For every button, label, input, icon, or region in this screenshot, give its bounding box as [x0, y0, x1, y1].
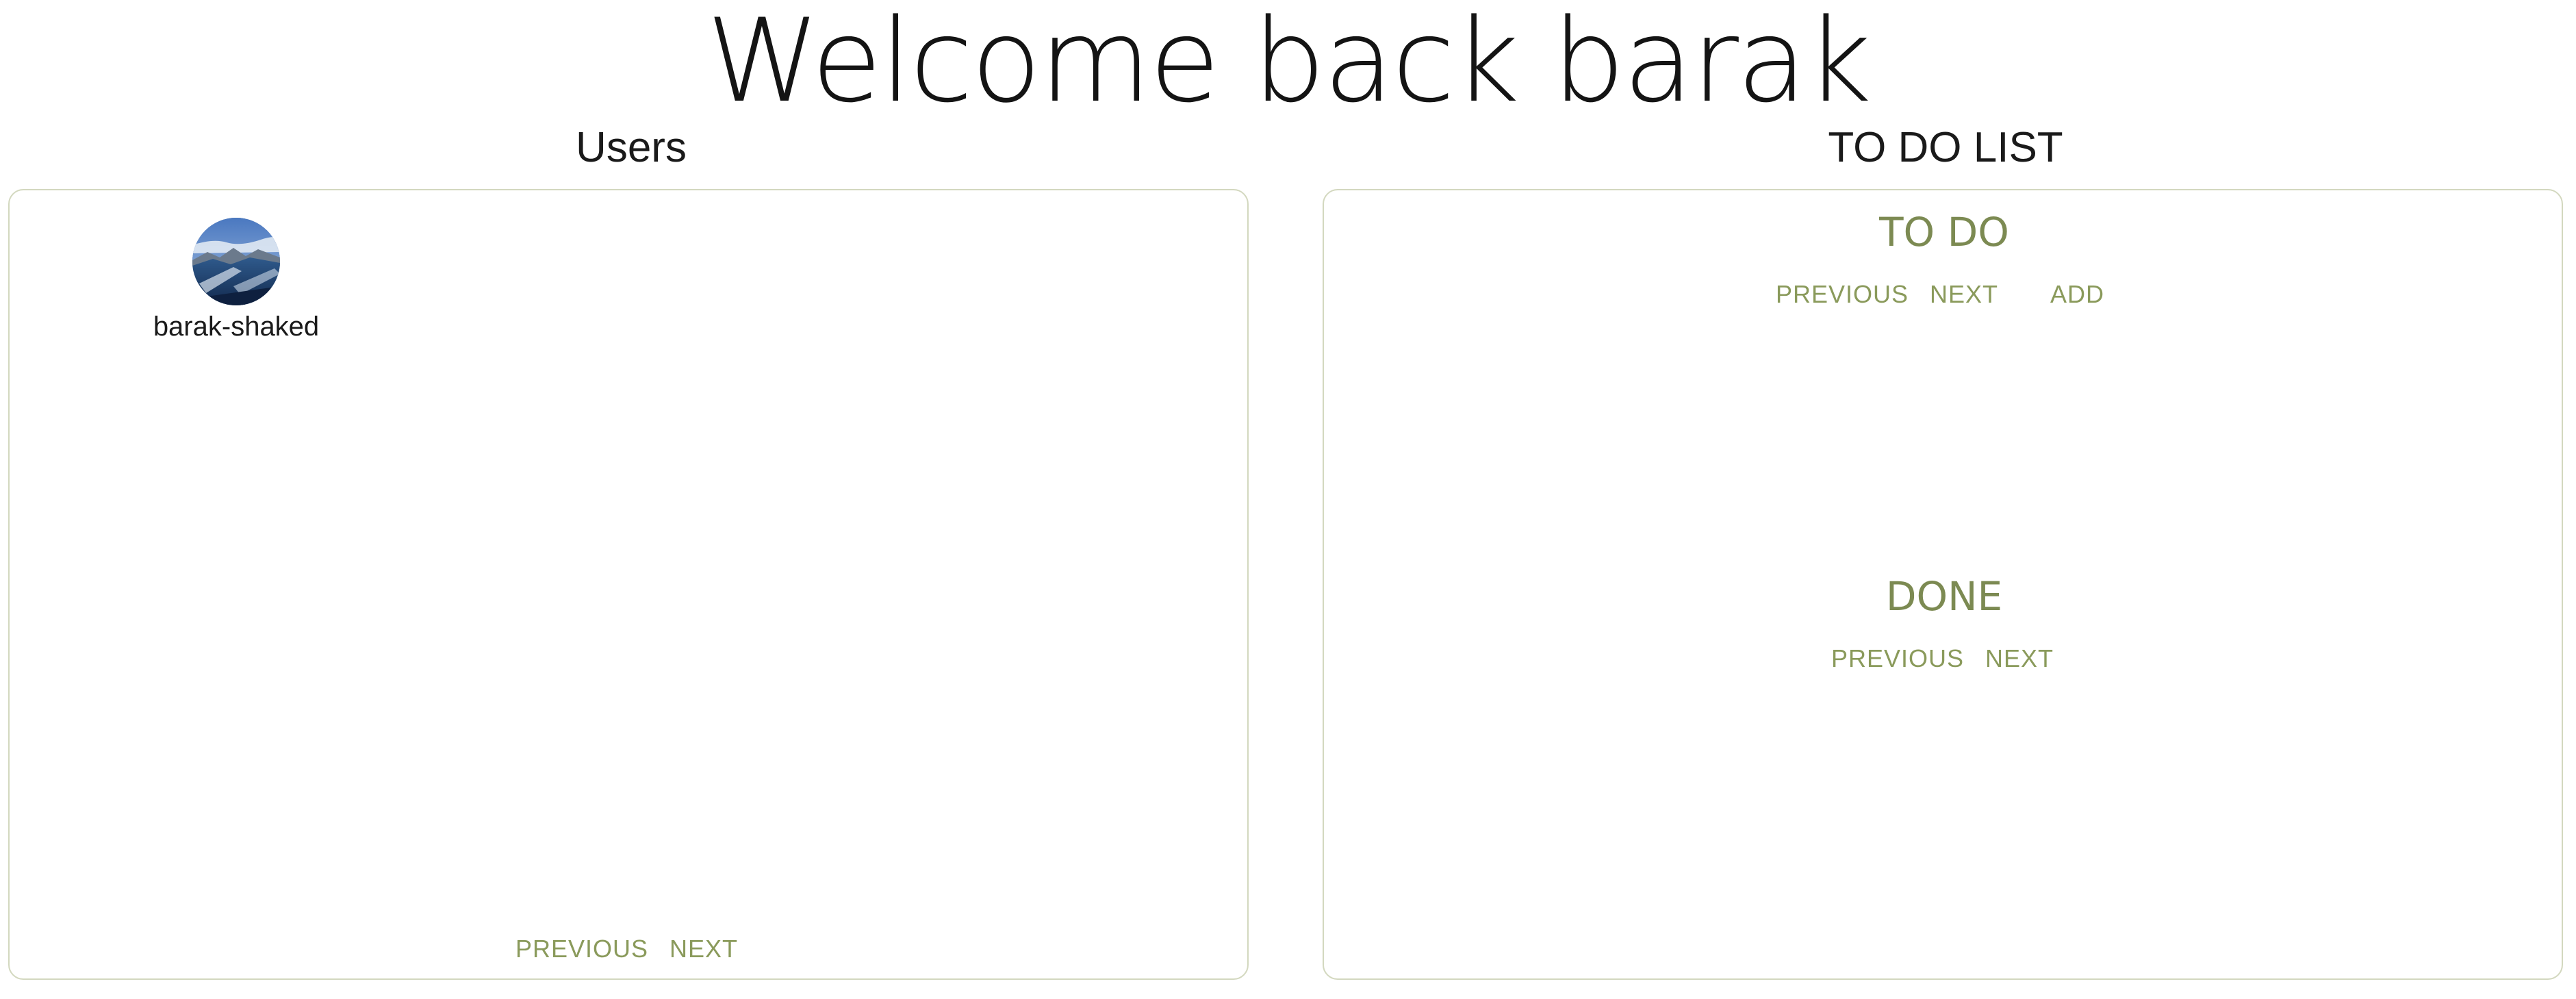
- todo-next-button[interactable]: NEXT: [1930, 279, 1998, 309]
- done-next-button[interactable]: NEXT: [1985, 644, 2054, 674]
- todo-list-title: TO DO LIST: [1828, 124, 2063, 171]
- user-name[interactable]: barak-shaked: [144, 309, 329, 344]
- todo-add-button[interactable]: ADD: [2050, 279, 2104, 309]
- users-next-button[interactable]: NEXT: [669, 934, 738, 964]
- todo-panel: TO DO PREVIOUS NEXT ADD DONE PREVIOUS NE…: [1323, 189, 2563, 980]
- todo-heading: TO DO: [1879, 209, 2009, 255]
- user-avatar[interactable]: [192, 218, 280, 305]
- users-panel: barak-shaked PREVIOUS NEXT: [8, 189, 1249, 980]
- todo-previous-button[interactable]: PREVIOUS: [1776, 279, 1909, 309]
- done-previous-button[interactable]: PREVIOUS: [1831, 644, 1964, 674]
- welcome-title: Welcome back barak: [706, 0, 1872, 128]
- users-title: Users: [576, 124, 687, 171]
- mountain-landscape-avatar-icon: [192, 218, 280, 305]
- user-card[interactable]: barak-shaked: [144, 218, 329, 344]
- done-heading: DONE: [1885, 573, 2003, 620]
- users-previous-button[interactable]: PREVIOUS: [515, 934, 648, 964]
